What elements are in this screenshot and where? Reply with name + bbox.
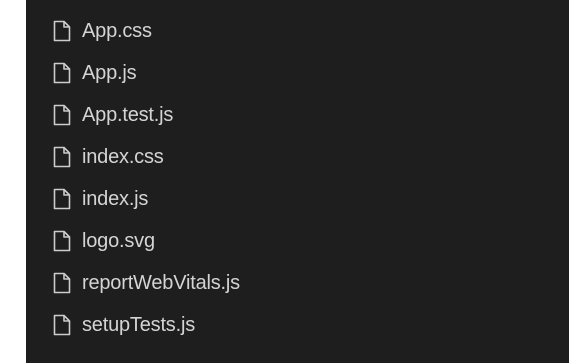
file-name: logo.svg <box>82 230 155 252</box>
file-name: reportWebVitals.js <box>82 272 240 294</box>
file-item-app-css[interactable]: App.css <box>26 13 569 55</box>
file-icon <box>53 188 71 210</box>
file-icon <box>53 62 71 84</box>
file-icon <box>53 230 71 252</box>
file-item-logo-svg[interactable]: logo.svg <box>26 223 569 265</box>
file-item-reportwebvitals-js[interactable]: reportWebVitals.js <box>26 265 569 307</box>
file-icon <box>53 272 71 294</box>
file-item-index-js[interactable]: index.js <box>26 181 569 223</box>
file-item-setuptests-js[interactable]: setupTests.js <box>26 307 569 349</box>
file-icon <box>53 104 71 126</box>
file-icon <box>53 20 71 42</box>
file-name: index.css <box>82 146 164 168</box>
file-list: App.css App.js App.test.js index.css ind… <box>26 13 569 349</box>
file-item-app-test-js[interactable]: App.test.js <box>26 97 569 139</box>
file-icon <box>53 314 71 336</box>
file-name: App.js <box>82 62 137 84</box>
file-explorer-panel: App.css App.js App.test.js index.css ind… <box>26 0 569 363</box>
file-name: App.css <box>82 20 152 42</box>
file-name: App.test.js <box>82 104 174 126</box>
file-name: index.js <box>82 188 149 210</box>
file-name: setupTests.js <box>82 314 196 336</box>
file-item-app-js[interactable]: App.js <box>26 55 569 97</box>
file-item-index-css[interactable]: index.css <box>26 139 569 181</box>
file-icon <box>53 146 71 168</box>
